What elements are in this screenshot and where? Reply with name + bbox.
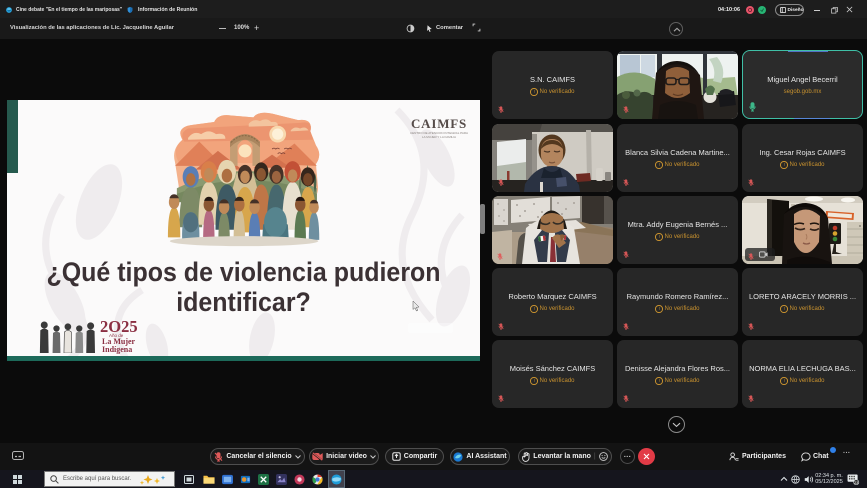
svg-text:23: 23 (854, 481, 858, 485)
